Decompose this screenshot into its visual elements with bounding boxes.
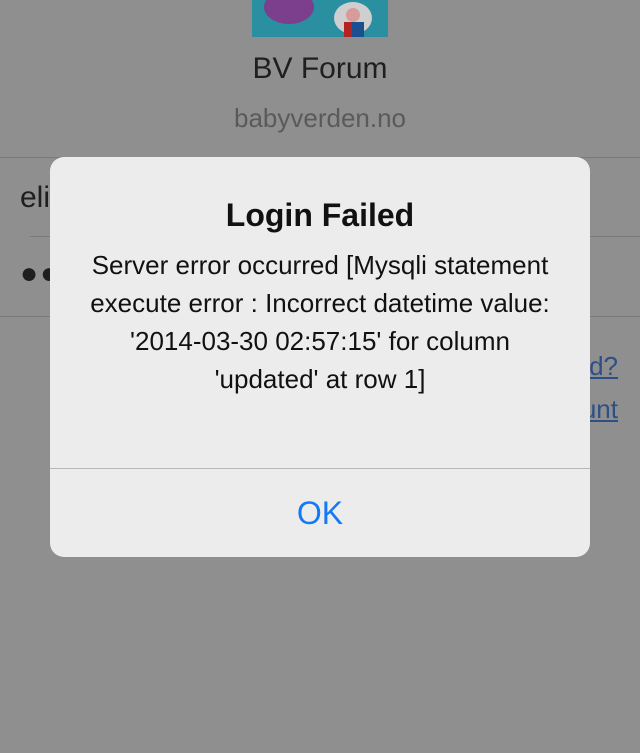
child-face-icon bbox=[346, 8, 360, 22]
login-screen: BV Forum babyverden.no eli ●● d? unt Log… bbox=[0, 0, 640, 753]
alert-message: Server error occurred [Mysqli statement … bbox=[90, 250, 550, 394]
login-failed-alert: Login Failed Server error occurred [Mysq… bbox=[50, 157, 590, 557]
app-logo bbox=[252, 0, 388, 37]
username-field[interactable]: eli bbox=[20, 181, 50, 215]
app-title: BV Forum bbox=[252, 52, 388, 85]
ok-button[interactable]: OK bbox=[50, 469, 590, 557]
alert-title: Login Failed bbox=[225, 197, 415, 233]
forgot-password-link[interactable]: d? bbox=[589, 351, 618, 382]
app-subtitle: babyverden.no bbox=[233, 103, 407, 133]
book-cover-icon bbox=[344, 22, 352, 37]
speech-bubble-icon bbox=[264, 0, 314, 24]
